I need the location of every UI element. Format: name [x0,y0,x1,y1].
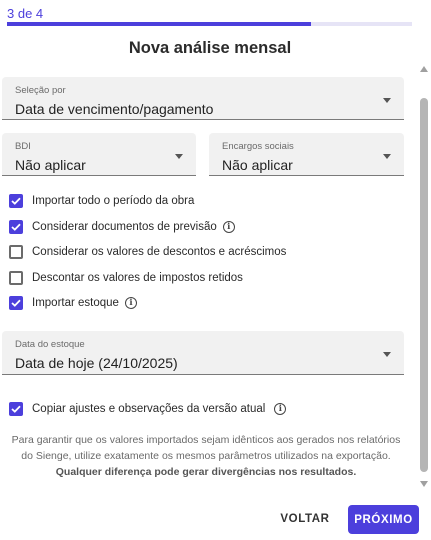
selecao-por-value: Data de vencimento/pagamento [15,101,214,117]
data-estoque-select[interactable]: Data do estoque Data de hoje (24/10/2025… [2,331,404,375]
data-estoque-value: Data de hoje (24/10/2025) [15,355,178,371]
selecao-por-select[interactable]: Seleção por Data de vencimento/pagamento [2,77,404,120]
info-icon[interactable]: i [274,403,287,415]
dialog-title: Nova análise mensal [128,39,292,57]
importar-periodo-label: Importar todo o período da obra [32,195,195,207]
bdi-label: BDI [15,141,31,152]
notice-warning: Qualquer diferença pode gerar divergênci… [55,466,357,478]
copiar-ajustes-label: Copiar ajustes e observações da versão a… [32,403,266,415]
chevron-down-icon [383,352,391,357]
descontar-impostos-checkbox[interactable]: Descontar os valores de impostos retidos [9,269,243,287]
encargos-sociais-select[interactable]: Encargos sociais Não aplicar [209,133,404,176]
notice-body: Para garantir que os valores importados … [11,434,401,462]
encargos-sociais-label: Encargos sociais [222,141,294,152]
step-indicator: 3 de 4 [7,6,44,21]
checkbox-icon[interactable] [9,296,23,310]
data-estoque-label: Data do estoque [15,339,85,350]
chevron-down-icon [175,154,183,159]
scroll-down-arrow-icon[interactable] [420,481,428,487]
checkbox-icon[interactable] [9,220,23,234]
chevron-down-icon [383,98,391,103]
info-icon[interactable]: i [124,297,137,309]
copiar-ajustes-checkbox[interactable]: Copiar ajustes e observações da versão a… [9,400,287,418]
scrollbar-thumb[interactable] [420,98,428,472]
descontar-impostos-label: Descontar os valores de impostos retidos [32,272,243,284]
selecao-por-label: Seleção por [15,85,66,96]
importar-periodo-checkbox[interactable]: Importar todo o período da obra [9,192,194,210]
progress-bar-fill [7,22,311,26]
encargos-sociais-value: Não aplicar [222,157,293,173]
progress-bar [7,22,412,26]
considerar-previsao-label: Considerar documentos de previsão [32,221,217,233]
importar-estoque-checkbox[interactable]: Importar estoque i [9,294,137,312]
considerar-descontos-label: Considerar os valores de descontos e acr… [32,246,287,258]
considerar-previsao-checkbox[interactable]: Considerar documentos de previsão i [9,218,235,236]
bdi-value: Não aplicar [15,157,86,173]
checkbox-icon[interactable] [9,271,23,285]
info-icon[interactable]: i [222,221,235,233]
next-button[interactable]: PRÓXIMO [348,505,419,534]
checkbox-icon[interactable] [9,245,23,259]
importar-estoque-label: Importar estoque [32,297,119,309]
back-button[interactable]: VOLTAR [272,505,338,533]
chevron-down-icon [383,154,391,159]
notice-text: Para garantir que os valores importados … [8,432,404,480]
scroll-up-arrow-icon[interactable] [420,66,428,72]
considerar-descontos-checkbox[interactable]: Considerar os valores de descontos e acr… [9,243,286,261]
checkbox-icon[interactable] [9,402,23,416]
checkbox-icon[interactable] [9,194,23,208]
bdi-select[interactable]: BDI Não aplicar [2,133,196,176]
